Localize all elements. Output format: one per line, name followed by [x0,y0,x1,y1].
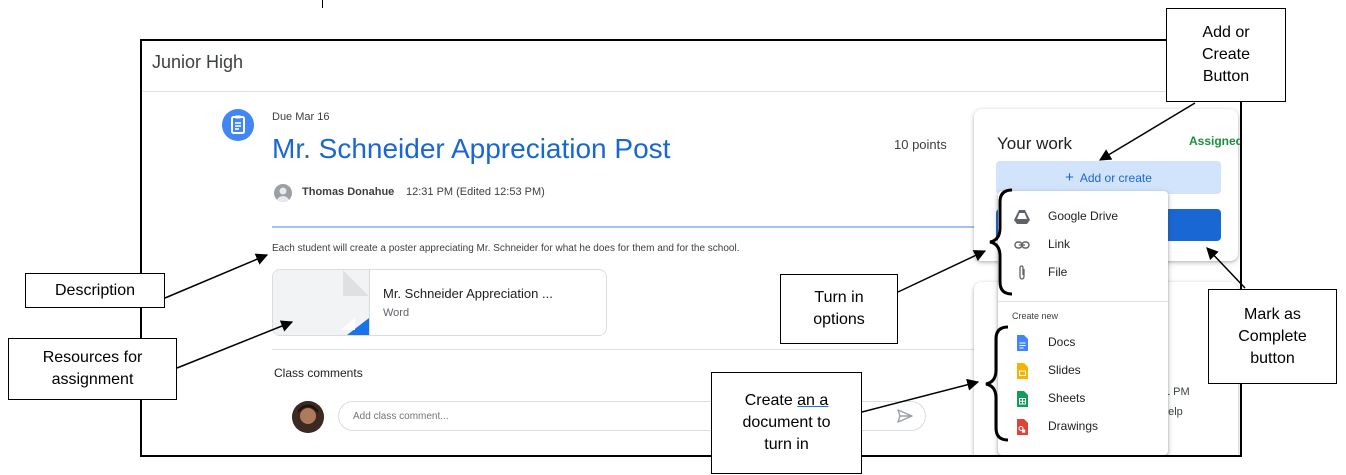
callout-mark-complete: Mark as Complete button [1208,289,1337,384]
callout-turn-in: Turn in options [780,274,898,344]
callout-resources: Resources for assignment [8,338,177,400]
arrow-add-create [1098,102,1196,161]
callout-create-doc-underlined: an a [797,392,829,409]
arrow-description [164,253,269,299]
callout-create-doc: Create an a document to turn in [711,372,862,474]
callout-create-doc-post: document to turn in [742,414,831,453]
callout-description: Description [25,273,165,308]
callout-create-doc-text: Create an a document to turn in [742,390,830,456]
annotation-arrows [164,102,1246,442]
bracket-turn-in [989,188,1013,296]
callout-add-create: Add or Create Button [1166,8,1286,102]
arrow-mark-complete [1206,247,1246,289]
bracket-create-new [985,325,1009,442]
arrow-create-doc [861,378,980,413]
callout-create-doc-pre: Create [744,392,798,409]
arrow-turn-in [897,250,987,293]
arrow-resources [176,320,294,369]
